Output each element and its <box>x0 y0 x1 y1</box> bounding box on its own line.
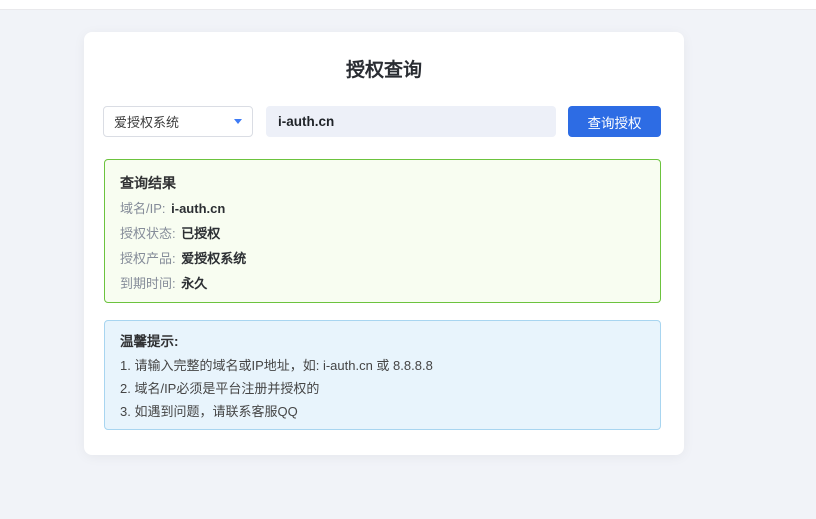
result-row-value: 永久 <box>181 276 207 291</box>
domain-input[interactable] <box>266 106 556 137</box>
result-title: 查询结果 <box>120 173 645 193</box>
product-select-value: 爱授权系统 <box>114 112 179 131</box>
result-row-value: i-auth.cn <box>171 201 225 216</box>
result-row: 授权状态: 已授权 <box>120 225 645 243</box>
query-auth-button[interactable]: 查询授权 <box>568 106 661 137</box>
tip-item: 3. 如遇到问题，请联系客服QQ <box>120 403 645 420</box>
result-panel: 查询结果 域名/IP: i-auth.cn 授权状态: 已授权 授权产品: 爱授… <box>104 159 661 303</box>
result-row-label: 到期时间: <box>120 276 179 291</box>
page-title: 授权查询 <box>84 32 684 81</box>
result-row-value: 已授权 <box>181 226 220 241</box>
product-select[interactable]: 爱授权系统 <box>103 106 253 137</box>
tip-item: 1. 请输入完整的域名或IP地址，如: i-auth.cn 或 8.8.8.8 <box>120 357 645 374</box>
query-form: 爱授权系统 查询授权 <box>103 106 661 137</box>
tip-item: 2. 域名/IP必须是平台注册并授权的 <box>120 380 645 397</box>
tips-panel: 温馨提示: 1. 请输入完整的域名或IP地址，如: i-auth.cn 或 8.… <box>104 320 661 430</box>
result-row-label: 授权产品: <box>120 251 179 266</box>
result-row: 授权产品: 爱授权系统 <box>120 250 645 268</box>
top-bar <box>0 0 816 10</box>
tips-title: 温馨提示: <box>120 333 645 351</box>
result-row: 域名/IP: i-auth.cn <box>120 200 645 218</box>
result-row-value: 爱授权系统 <box>181 251 246 266</box>
result-row: 到期时间: 永久 <box>120 275 645 293</box>
result-row-label: 域名/IP: <box>120 201 169 216</box>
chevron-down-icon <box>234 119 242 124</box>
result-row-label: 授权状态: <box>120 226 179 241</box>
query-card: 授权查询 爱授权系统 查询授权 查询结果 域名/IP: i-auth.cn 授权… <box>84 32 684 455</box>
